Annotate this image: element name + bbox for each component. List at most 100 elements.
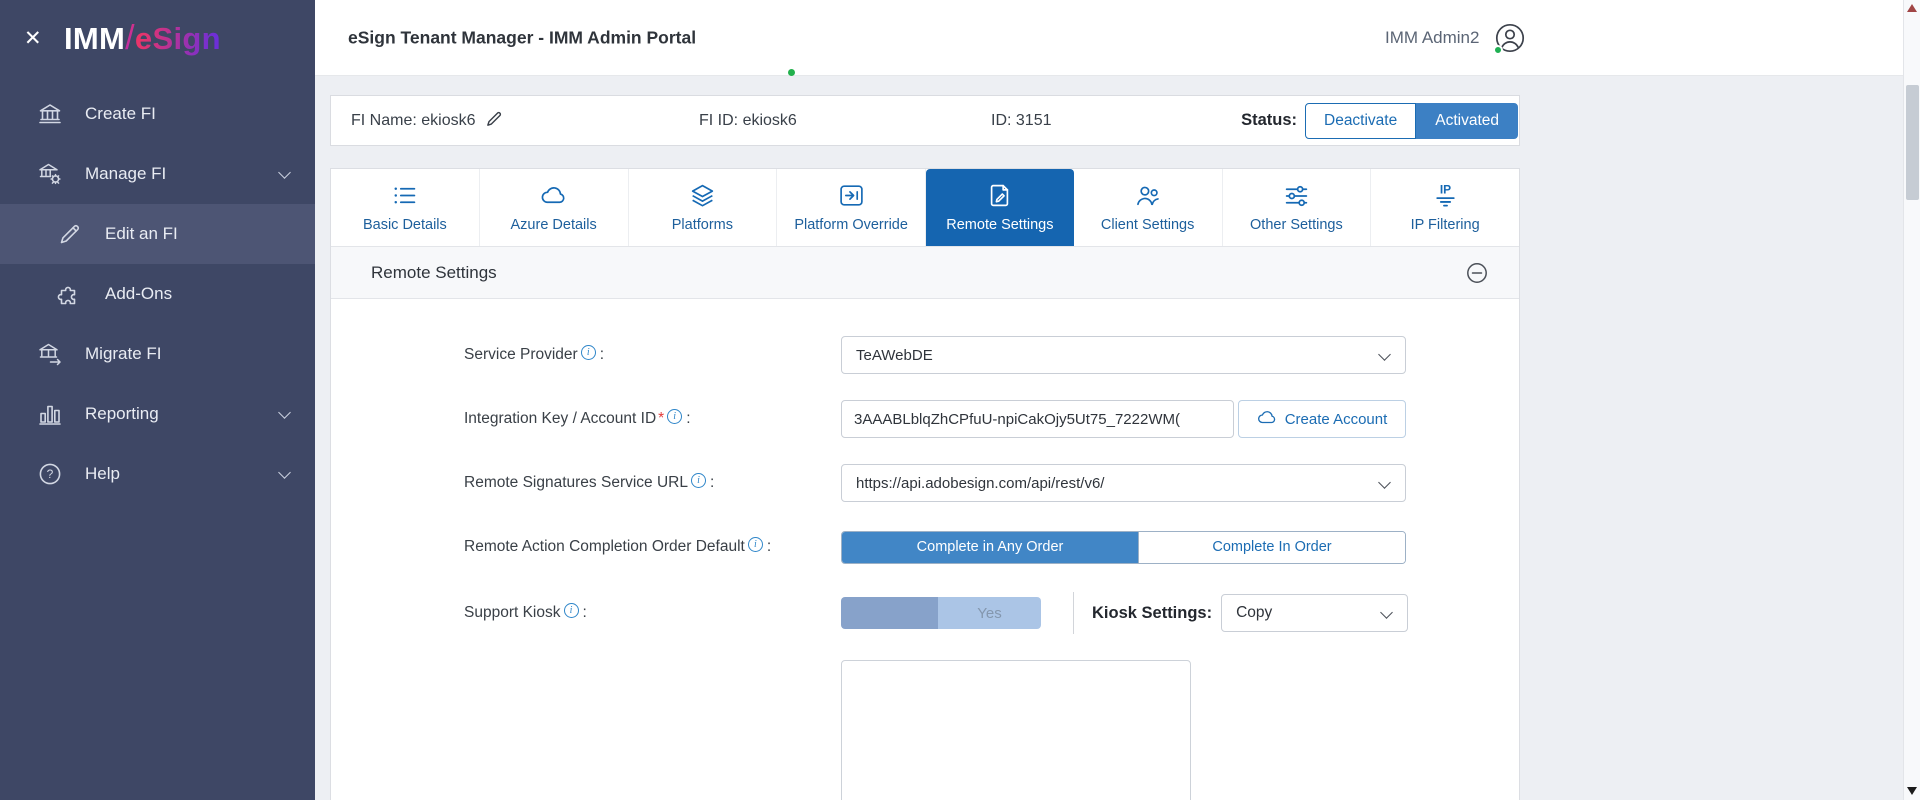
kiosk-toggle-yes-segment[interactable]: Yes	[938, 597, 1041, 629]
online-status-dot	[1493, 45, 1503, 55]
chevron-down-icon	[1378, 476, 1391, 489]
sidebar-item-edit-an-fi[interactable]: Edit an FI	[0, 204, 315, 264]
sidebar-item-label: Add-Ons	[105, 284, 172, 304]
kiosk-settings-label: Kiosk Settings:	[1092, 604, 1212, 623]
tab-remote-settings[interactable]: Remote Settings	[926, 169, 1074, 246]
sidebar-item-label: Help	[85, 464, 120, 484]
sidebar: ✕ IMM/eSign Create FI Manage FI	[0, 0, 315, 800]
complete-any-order-option[interactable]: Complete in Any Order	[842, 532, 1138, 563]
chevron-down-icon	[1380, 606, 1393, 619]
info-icon[interactable]: i	[691, 473, 706, 488]
sidebar-header: ✕ IMM/eSign	[0, 0, 315, 76]
tab-label: Basic Details	[363, 217, 447, 233]
tab-platform-override[interactable]: Platform Override	[777, 169, 926, 246]
sidebar-nav: Create FI Manage FI Edit an FI Add-	[0, 84, 315, 504]
sidebar-item-reporting[interactable]: Reporting	[0, 384, 315, 444]
tab-platforms[interactable]: Platforms	[629, 169, 778, 246]
form-row-completion-order: Remote Action Completion Order Defaulti:…	[464, 528, 1519, 566]
sidebar-item-label: Migrate FI	[85, 344, 162, 364]
remote-url-dropdown[interactable]: https://api.adobesign.com/api/rest/v6/	[841, 464, 1406, 502]
skip-arrow-icon	[838, 182, 865, 209]
page-title: eSign Tenant Manager - IMM Admin Portal	[348, 27, 696, 48]
scroll-down-icon[interactable]	[1907, 787, 1917, 795]
bar-chart-icon	[36, 401, 63, 428]
integration-key-input[interactable]	[841, 400, 1234, 438]
sidebar-item-label: Reporting	[85, 404, 159, 424]
status-toggle-group: Status: Deactivate Activated	[1241, 103, 1518, 139]
tab-label: Client Settings	[1101, 217, 1195, 233]
required-asterisk: *	[658, 410, 664, 427]
sidebar-item-label: Create FI	[85, 104, 156, 124]
service-provider-value: TeAWebDE	[856, 347, 933, 364]
user-box: IMM Admin2	[1385, 0, 1526, 75]
kiosk-toggle-off-segment[interactable]	[841, 597, 938, 629]
fi-id: FI ID: ekiosk6	[699, 112, 797, 130]
tab-basic-details[interactable]: Basic Details	[331, 169, 480, 246]
ip-filter-icon: IP	[1432, 182, 1459, 209]
chevron-down-icon	[278, 166, 291, 179]
tab-label: IP Filtering	[1411, 217, 1480, 233]
document-edit-icon	[986, 182, 1013, 209]
logo-esign-text: eSign	[135, 21, 221, 56]
field-label: Support Kioski:	[464, 604, 841, 622]
field-label: Integration Key / Account ID*i:	[464, 410, 841, 428]
settings-panel: Basic Details Azure Details Platforms	[330, 168, 1520, 800]
svg-text:?: ?	[46, 467, 53, 481]
chevron-down-icon	[278, 406, 291, 419]
service-provider-dropdown[interactable]: TeAWebDE	[841, 336, 1406, 374]
user-name: IMM Admin2	[1385, 28, 1479, 48]
info-icon[interactable]: i	[581, 345, 596, 360]
logo-imm-text: IMM	[64, 21, 125, 56]
form-row-support-kiosk: Support Kioski: Yes Kiosk Settings: Copy	[464, 592, 1519, 634]
completion-order-toggle: Complete in Any Order Complete In Order	[841, 531, 1406, 564]
support-kiosk-toggle[interactable]: Yes	[841, 597, 1041, 629]
chevron-down-icon	[1378, 348, 1391, 361]
info-icon[interactable]: i	[748, 537, 763, 552]
green-indicator-dot	[788, 69, 795, 76]
sidebar-item-migrate-fi[interactable]: Migrate FI	[0, 324, 315, 384]
bank-icon	[36, 101, 63, 128]
sidebar-item-manage-fi[interactable]: Manage FI	[0, 144, 315, 204]
tab-other-settings[interactable]: Other Settings	[1223, 169, 1372, 246]
tab-ip-filtering[interactable]: IP IP Filtering	[1371, 169, 1519, 246]
form-row-service-provider: Service Provideri: TeAWebDE	[464, 336, 1519, 374]
tab-label: Remote Settings	[946, 217, 1053, 233]
create-account-button[interactable]: Create Account	[1238, 400, 1406, 438]
deactivate-button[interactable]: Deactivate	[1305, 103, 1416, 139]
layers-icon	[689, 182, 716, 209]
activated-button[interactable]: Activated	[1416, 103, 1518, 139]
sidebar-item-create-fi[interactable]: Create FI	[0, 84, 315, 144]
logo-slash: /	[125, 19, 135, 57]
tab-azure-details[interactable]: Azure Details	[480, 169, 629, 246]
sidebar-item-add-ons[interactable]: Add-Ons	[0, 264, 315, 324]
help-circle-icon: ?	[36, 461, 63, 488]
user-avatar[interactable]	[1494, 22, 1526, 54]
vertical-scrollbar[interactable]	[1903, 0, 1920, 800]
cloud-icon	[1257, 409, 1277, 430]
info-icon[interactable]: i	[564, 603, 579, 618]
tab-client-settings[interactable]: Client Settings	[1074, 169, 1223, 246]
edit-fi-name-icon[interactable]	[485, 109, 504, 133]
scrollbar-thumb[interactable]	[1906, 85, 1919, 200]
sidebar-item-help[interactable]: ? Help	[0, 444, 315, 504]
tab-label: Azure Details	[511, 217, 597, 233]
close-icon[interactable]: ✕	[24, 26, 58, 51]
cloud-icon	[540, 182, 567, 209]
remote-settings-form: Service Provideri: TeAWebDE Integration …	[331, 299, 1519, 800]
collapse-section-icon[interactable]	[1465, 261, 1489, 285]
fi-name-value: ekiosk6	[421, 112, 475, 129]
kiosk-settings-value: Copy	[1236, 604, 1272, 622]
sliders-icon	[1283, 182, 1310, 209]
status-label: Status:	[1241, 111, 1297, 130]
complete-in-order-option[interactable]: Complete In Order	[1138, 532, 1405, 563]
create-account-label: Create Account	[1285, 411, 1388, 428]
tab-label: Platforms	[672, 217, 733, 233]
fi-numeric-id: ID: 3151	[991, 112, 1052, 130]
scroll-up-icon[interactable]	[1907, 4, 1917, 12]
chevron-down-icon	[278, 466, 291, 479]
kiosk-settings-dropdown[interactable]: Copy	[1221, 594, 1408, 632]
form-row-integration-key: Integration Key / Account ID*i: Create A…	[464, 400, 1519, 438]
list-icon	[391, 182, 418, 209]
next-field-partial[interactable]	[841, 660, 1191, 800]
info-icon[interactable]: i	[667, 409, 682, 424]
